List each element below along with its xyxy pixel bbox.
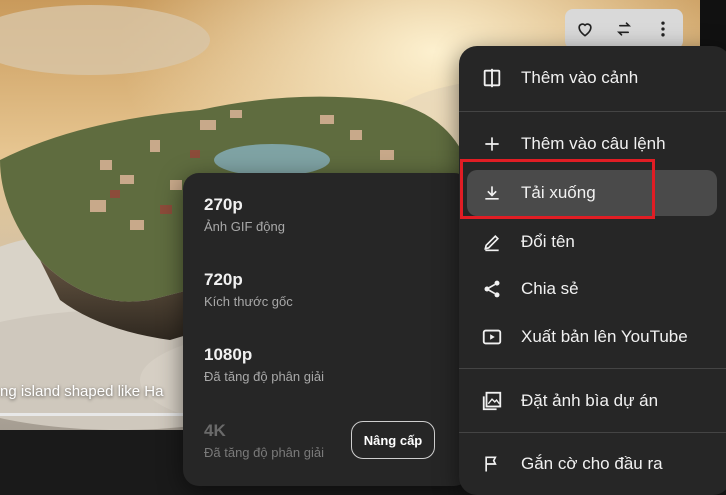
option-subtitle: Đã tăng độ phân giải (204, 369, 324, 384)
plus-icon (479, 131, 505, 157)
download-option-4k: 4K Đã tăng độ phân giải (204, 421, 324, 460)
menu-item-share[interactable]: Chia sẻ (467, 266, 717, 312)
option-subtitle: Ảnh GIF động (204, 219, 285, 234)
scene-add-icon (479, 65, 505, 91)
video-caption: ng island shaped like Ha (0, 383, 164, 400)
option-subtitle: Kích thước gốc (204, 294, 293, 309)
flag-icon (479, 451, 505, 477)
option-title: 270p (204, 195, 243, 214)
menu-item-label: Thêm vào cảnh (521, 68, 639, 87)
menu-item-label: Chia sẻ (521, 279, 579, 298)
menu-item-label: Đổi tên (521, 232, 575, 251)
menu-item-add-to-scene[interactable]: Thêm vào cảnh (467, 55, 717, 101)
menu-item-rename[interactable]: Đổi tên (467, 219, 717, 265)
option-title: 4K (204, 421, 226, 440)
download-submenu: 270p Ảnh GIF động 720p Kích thước gốc 10… (183, 173, 470, 486)
menu-item-label: Xuất bản lên YouTube (521, 327, 688, 346)
image-icon (479, 388, 505, 414)
menu-divider (459, 368, 726, 369)
menu-item-set-cover[interactable]: Đặt ảnh bìa dự án (467, 378, 717, 424)
share-icon (479, 276, 505, 302)
upgrade-button[interactable]: Nâng cấp (351, 421, 435, 459)
app-scene: ng island shaped like Ha 270p Ảnh GIF độ… (0, 0, 726, 495)
pencil-icon (479, 229, 505, 255)
menu-item-label: Đặt ảnh bìa dự án (521, 391, 659, 410)
highlight-box (460, 159, 655, 219)
option-title: 1080p (204, 345, 253, 364)
heart-icon[interactable] (571, 15, 599, 43)
more-vert-icon[interactable] (649, 15, 677, 43)
youtube-icon (479, 324, 505, 350)
download-option-1080p[interactable]: 1080p Đã tăng độ phân giải (204, 345, 324, 384)
video-actions-bar (565, 9, 683, 49)
menu-divider (459, 111, 726, 112)
menu-item-publish-youtube[interactable]: Xuất bản lên YouTube (467, 314, 717, 360)
repeat-icon[interactable] (610, 15, 638, 43)
menu-item-label: Gắn cờ cho đầu ra (521, 454, 663, 473)
download-option-270p[interactable]: 270p Ảnh GIF động (204, 195, 285, 234)
context-menu: Thêm vào cảnh Thêm vào câu lệnh Tải xuốn… (459, 46, 726, 495)
download-option-720p[interactable]: 720p Kích thước gốc (204, 270, 293, 309)
option-title: 720p (204, 270, 243, 289)
option-subtitle: Đã tăng độ phân giải (204, 445, 324, 460)
menu-divider (459, 432, 726, 433)
menu-item-label: Thêm vào câu lệnh (521, 134, 666, 153)
menu-item-flag-output[interactable]: Gắn cờ cho đầu ra (467, 441, 717, 487)
video-progress-bar[interactable] (0, 413, 200, 416)
